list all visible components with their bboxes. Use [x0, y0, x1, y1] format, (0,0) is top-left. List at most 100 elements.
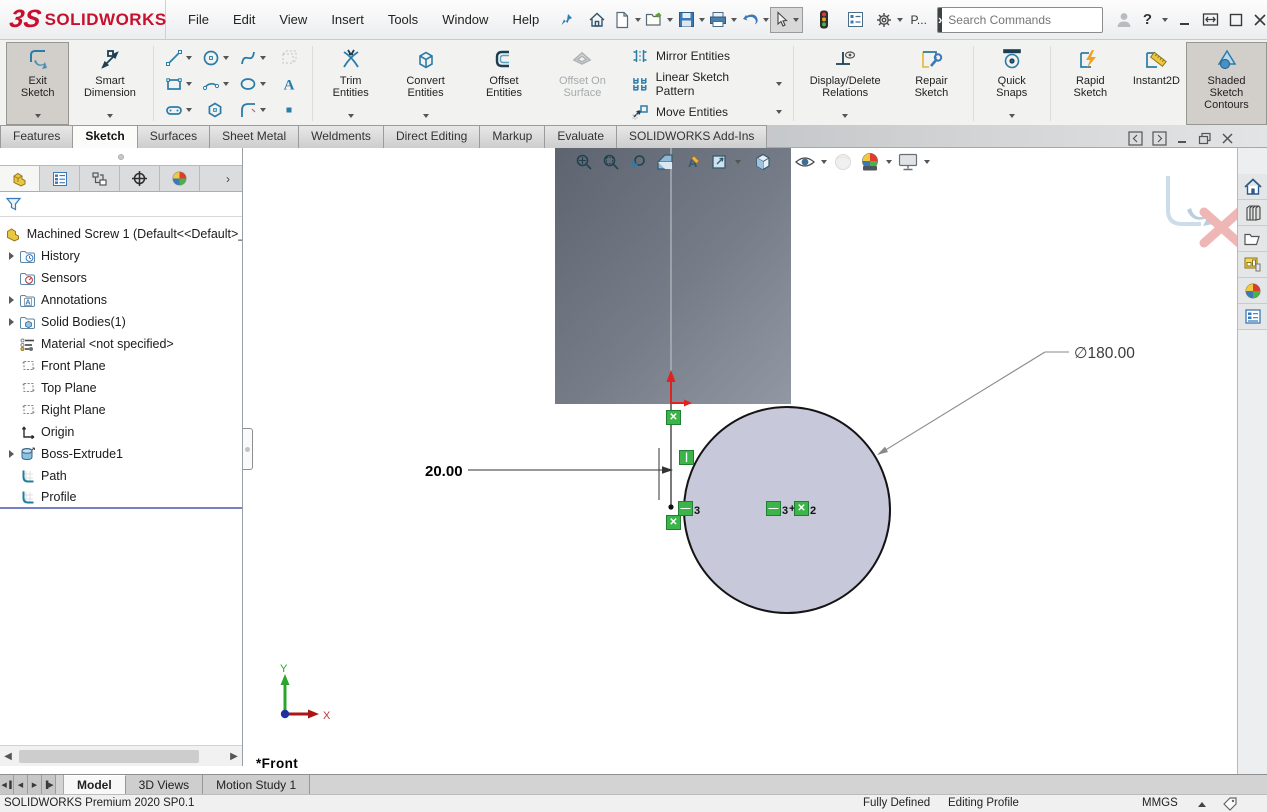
- edit-appearance-icon[interactable]: [859, 151, 881, 173]
- minimize-icon[interactable]: [1178, 13, 1192, 27]
- panel-collapse-handle[interactable]: [243, 428, 253, 470]
- trim-entities-button[interactable]: Trim Entities: [316, 42, 385, 125]
- units-dropdown-icon[interactable]: [1198, 802, 1206, 807]
- units-selector[interactable]: MMGS: [1142, 797, 1178, 809]
- tab-sheet-metal[interactable]: Sheet Metal: [209, 125, 299, 148]
- line-tool[interactable]: [159, 45, 196, 71]
- print-dropdown[interactable]: [731, 18, 737, 22]
- exit-sketch-dropdown[interactable]: [35, 114, 41, 123]
- tree-item-annotations[interactable]: A Annotations: [0, 289, 242, 311]
- doc-restore-icon[interactable]: [1198, 132, 1212, 145]
- next-document-icon[interactable]: [1152, 131, 1167, 146]
- corner-rectangle-tool[interactable]: [159, 71, 196, 97]
- scroll-left-icon[interactable]: ◀: [0, 751, 16, 762]
- menu-file[interactable]: File: [176, 8, 221, 31]
- ellipse-tool[interactable]: [233, 71, 270, 97]
- view-orientation-dropdown[interactable]: [735, 160, 741, 164]
- menu-edit[interactable]: Edit: [221, 8, 267, 31]
- custom-properties-button[interactable]: [1238, 304, 1267, 330]
- linear-pattern-dropdown[interactable]: [776, 82, 782, 86]
- performance-pipeline-icon[interactable]: [812, 8, 836, 32]
- select-dropdown[interactable]: [793, 18, 799, 22]
- panel-splitter[interactable]: [0, 148, 242, 165]
- display-delete-relations-button[interactable]: Display/Delete Relations: [797, 42, 893, 125]
- polygon-tool[interactable]: [196, 97, 233, 123]
- help-icon[interactable]: ?: [1143, 11, 1152, 28]
- menu-tools[interactable]: Tools: [376, 8, 430, 31]
- more-commands-label[interactable]: P...: [910, 13, 926, 27]
- featuremanager-tab[interactable]: [0, 166, 40, 191]
- new-document-dropdown[interactable]: [635, 18, 641, 22]
- tab-direct-editing[interactable]: Direct Editing: [383, 125, 480, 148]
- horizontal-relation-icon[interactable]: —: [766, 501, 781, 516]
- edit-appearance-dropdown[interactable]: [886, 160, 892, 164]
- tab-sketch[interactable]: Sketch: [72, 125, 137, 148]
- next-tab-icon[interactable]: ▶: [28, 775, 42, 794]
- menu-view[interactable]: View: [267, 8, 319, 31]
- dock-window-icon[interactable]: [1202, 12, 1219, 27]
- tree-item-top-plane[interactable]: Top Plane: [0, 377, 242, 399]
- horizontal-relation-icon[interactable]: —: [678, 501, 693, 516]
- tab-weldments[interactable]: Weldments: [298, 125, 384, 148]
- tree-item-origin[interactable]: Origin: [0, 421, 242, 443]
- tree-item-path[interactable]: Path: [0, 465, 242, 487]
- quick-snaps-button[interactable]: Quick Snaps: [977, 42, 1047, 125]
- section-view-icon[interactable]: [654, 151, 676, 173]
- rapid-sketch-button[interactable]: Rapid Sketch: [1054, 42, 1127, 125]
- text-tool[interactable]: A: [270, 71, 307, 97]
- rectangle-dropdown[interactable]: [186, 82, 192, 86]
- prev-tab-icon[interactable]: ◀: [14, 775, 28, 794]
- move-entities-dropdown[interactable]: [776, 110, 782, 114]
- tree-filter[interactable]: [0, 192, 242, 217]
- coincident-relation-icon[interactable]: ✕: [666, 410, 681, 425]
- last-tab-icon[interactable]: ▐▶: [42, 775, 56, 794]
- slot-dropdown[interactable]: [186, 108, 192, 112]
- view-palette-button[interactable]: [1238, 252, 1267, 278]
- panel-tabs-overflow[interactable]: ›: [214, 166, 242, 191]
- offset-on-surface-button[interactable]: Offset On Surface: [542, 42, 623, 125]
- dimxpertmanager-tab[interactable]: [120, 166, 160, 191]
- spline-dropdown[interactable]: [260, 56, 266, 60]
- tab-surfaces[interactable]: Surfaces: [137, 125, 210, 148]
- slot-tool[interactable]: [159, 97, 196, 123]
- arc-tool[interactable]: [196, 71, 233, 97]
- view-settings-dropdown[interactable]: [924, 160, 930, 164]
- propertymanager-tab[interactable]: [40, 166, 80, 191]
- normal-to-icon[interactable]: [708, 151, 730, 173]
- arc-dropdown[interactable]: [223, 82, 229, 86]
- undo-icon[interactable]: [738, 8, 762, 32]
- circle-tool[interactable]: [196, 45, 233, 71]
- annotation-views-icon[interactable]: A: [681, 151, 703, 173]
- ellipse-dropdown[interactable]: [260, 82, 266, 86]
- tab-evaluate[interactable]: Evaluate: [544, 125, 617, 148]
- fillet-dropdown[interactable]: [260, 108, 266, 112]
- displaymanager-tab[interactable]: [160, 166, 200, 191]
- menu-help[interactable]: Help: [500, 8, 551, 31]
- save-dropdown[interactable]: [699, 18, 705, 22]
- graphics-viewport[interactable]: 20.00 ∅180.00 Y X A: [243, 148, 1237, 775]
- scrollbar-thumb[interactable]: [19, 750, 199, 763]
- expand-icon[interactable]: [9, 296, 14, 304]
- trim-dropdown[interactable]: [348, 114, 354, 123]
- tab-markup[interactable]: Markup: [479, 125, 545, 148]
- vertical-relation-icon[interactable]: |: [679, 450, 694, 465]
- user-account-icon[interactable]: [1115, 11, 1133, 29]
- shaded-sketch-contours-button[interactable]: Shaded Sketch Contours: [1186, 42, 1267, 125]
- panel-horizontal-scrollbar[interactable]: ◀ ▶: [0, 745, 242, 766]
- spline-tool[interactable]: [233, 45, 270, 71]
- point-tool[interactable]: [270, 97, 307, 123]
- search-input[interactable]: [942, 13, 1103, 27]
- design-library-button[interactable]: [1238, 200, 1267, 226]
- save-icon[interactable]: [674, 8, 698, 32]
- tab-solidworks-addins[interactable]: SOLIDWORKS Add-Ins: [616, 125, 767, 148]
- scroll-right-icon[interactable]: ▶: [226, 751, 242, 762]
- tree-item-front-plane[interactable]: Front Plane: [0, 355, 242, 377]
- configurationmanager-tab[interactable]: [80, 166, 120, 191]
- new-document-icon[interactable]: [610, 8, 634, 32]
- settings-dropdown[interactable]: [897, 18, 903, 22]
- convert-entities-button[interactable]: Convert Entities: [385, 42, 466, 125]
- taskpane-home-button[interactable]: [1238, 174, 1267, 200]
- view-settings-icon[interactable]: [897, 151, 919, 173]
- zoom-to-fit-icon[interactable]: [573, 151, 595, 173]
- undo-dropdown[interactable]: [763, 18, 769, 22]
